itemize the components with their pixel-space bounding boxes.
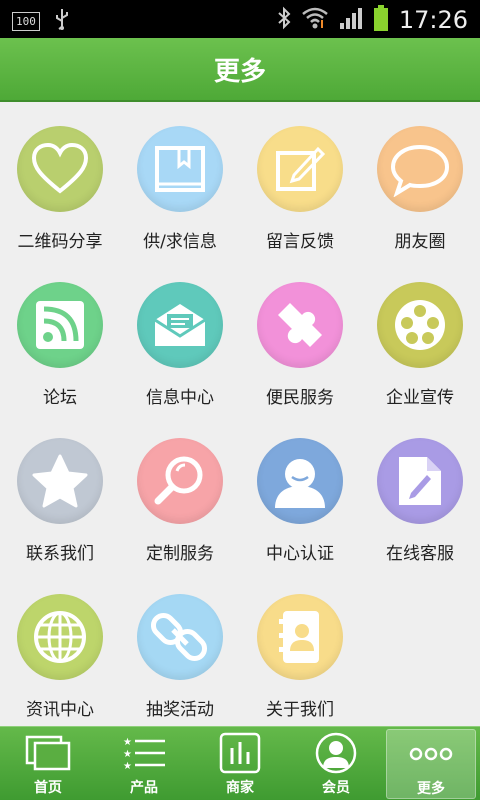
grid-item-info-center[interactable]: 信息中心 [120,260,240,416]
grid-item-label: 定制服务 [146,544,214,564]
puzzle-icon [257,282,343,368]
contacts-book-icon [257,594,343,680]
grid-item-label: 留言反馈 [266,232,334,252]
grid-item-contact-us[interactable]: 联系我们 [0,416,120,572]
grid-item-label: 联系我们 [26,544,94,564]
rss-icon [17,282,103,368]
page-title: 更多 [213,56,266,87]
person-icon [315,731,357,775]
grid-item-promotion[interactable]: 企业宣传 [360,260,480,416]
tab-members[interactable]: 会员 [288,729,384,799]
grid-item-forum[interactable]: 论坛 [0,260,120,416]
grid-item-custom-service[interactable]: 定制服务 [120,416,240,572]
grid-item-label: 抽奖活动 [146,700,214,720]
grid-item-label: 供/求信息 [143,232,217,252]
battery-icon [373,4,389,36]
svg-text:★: ★ [123,737,132,748]
signal-icon [339,6,363,34]
tab-label: 首页 [34,780,62,796]
tab-products[interactable]: ★ ★ ★ 产品 [96,729,192,799]
clock: 17:26 [398,6,468,34]
globe-icon [17,594,103,680]
list-star-icon: ★ ★ ★ [121,731,167,775]
grid-item-about-us[interactable]: 关于我们 [240,572,360,728]
grid-item-qrcode-share[interactable]: 二维码分享 [0,104,120,260]
grid-item-label: 二维码分享 [17,232,103,252]
grid-item-label: 关于我们 [266,700,334,720]
tab-label: 产品 [130,780,158,796]
grid-item-convenience[interactable]: 便民服务 [240,260,360,416]
book-icon [137,126,223,212]
tab-more[interactable]: 更多 [386,729,476,799]
grid-item-label: 便民服务 [266,388,334,408]
svg-text:★: ★ [123,761,132,771]
mail-icon [137,282,223,368]
grid-item-label: 中心认证 [266,544,334,564]
wifi-icon [301,6,329,34]
status-bar: 100 17:26 [0,0,480,38]
grid-item-online-service[interactable]: 在线客服 [360,416,480,572]
magnifier-icon [137,438,223,524]
grid-item-supply-demand[interactable]: 供/求信息 [120,104,240,260]
grid-item-lottery[interactable]: 抽奖活动 [120,572,240,728]
bar-chart-icon [219,731,261,775]
grid-item-moments[interactable]: 朋友圈 [360,104,480,260]
grid-item-label: 论坛 [43,388,77,408]
film-reel-icon [377,282,463,368]
svg-text:★: ★ [123,749,132,760]
tab-label: 更多 [417,781,445,797]
grid-item-label: 在线客服 [386,544,454,564]
user-icon [257,438,343,524]
heart-icon [17,126,103,212]
tab-label: 商家 [226,780,254,796]
battery-percent-badge: 100 [12,11,40,31]
grid-item-certification[interactable]: 中心认证 [240,416,360,572]
tab-home[interactable]: 首页 [0,729,96,799]
usb-icon [54,7,70,35]
more-dots-icon [409,732,453,776]
star-icon [17,438,103,524]
grid-item-label: 企业宣传 [386,388,454,408]
grid-item-label: 资讯中心 [26,700,94,720]
grid-item-label: 朋友圈 [394,232,446,252]
home-window-icon [25,731,71,775]
grid-item-label: 信息中心 [146,388,214,408]
edit-icon [257,126,343,212]
feature-grid: 二维码分享 供/求信息 留言反馈 朋友圈 论坛 信息中心 便民服务 企业宣传 联… [0,104,480,726]
tab-label: 会员 [322,780,350,796]
bluetooth-icon [277,6,291,34]
document-edit-icon [377,438,463,524]
title-bar: 更多 [0,38,480,102]
link-icon [137,594,223,680]
grid-item-news-center[interactable]: 资讯中心 [0,572,120,728]
grid-item-feedback[interactable]: 留言反馈 [240,104,360,260]
bottom-tab-bar: 首页 ★ ★ ★ 产品 商家 会员 更多 [0,726,480,800]
chat-bubble-icon [377,126,463,212]
tab-merchants[interactable]: 商家 [192,729,288,799]
